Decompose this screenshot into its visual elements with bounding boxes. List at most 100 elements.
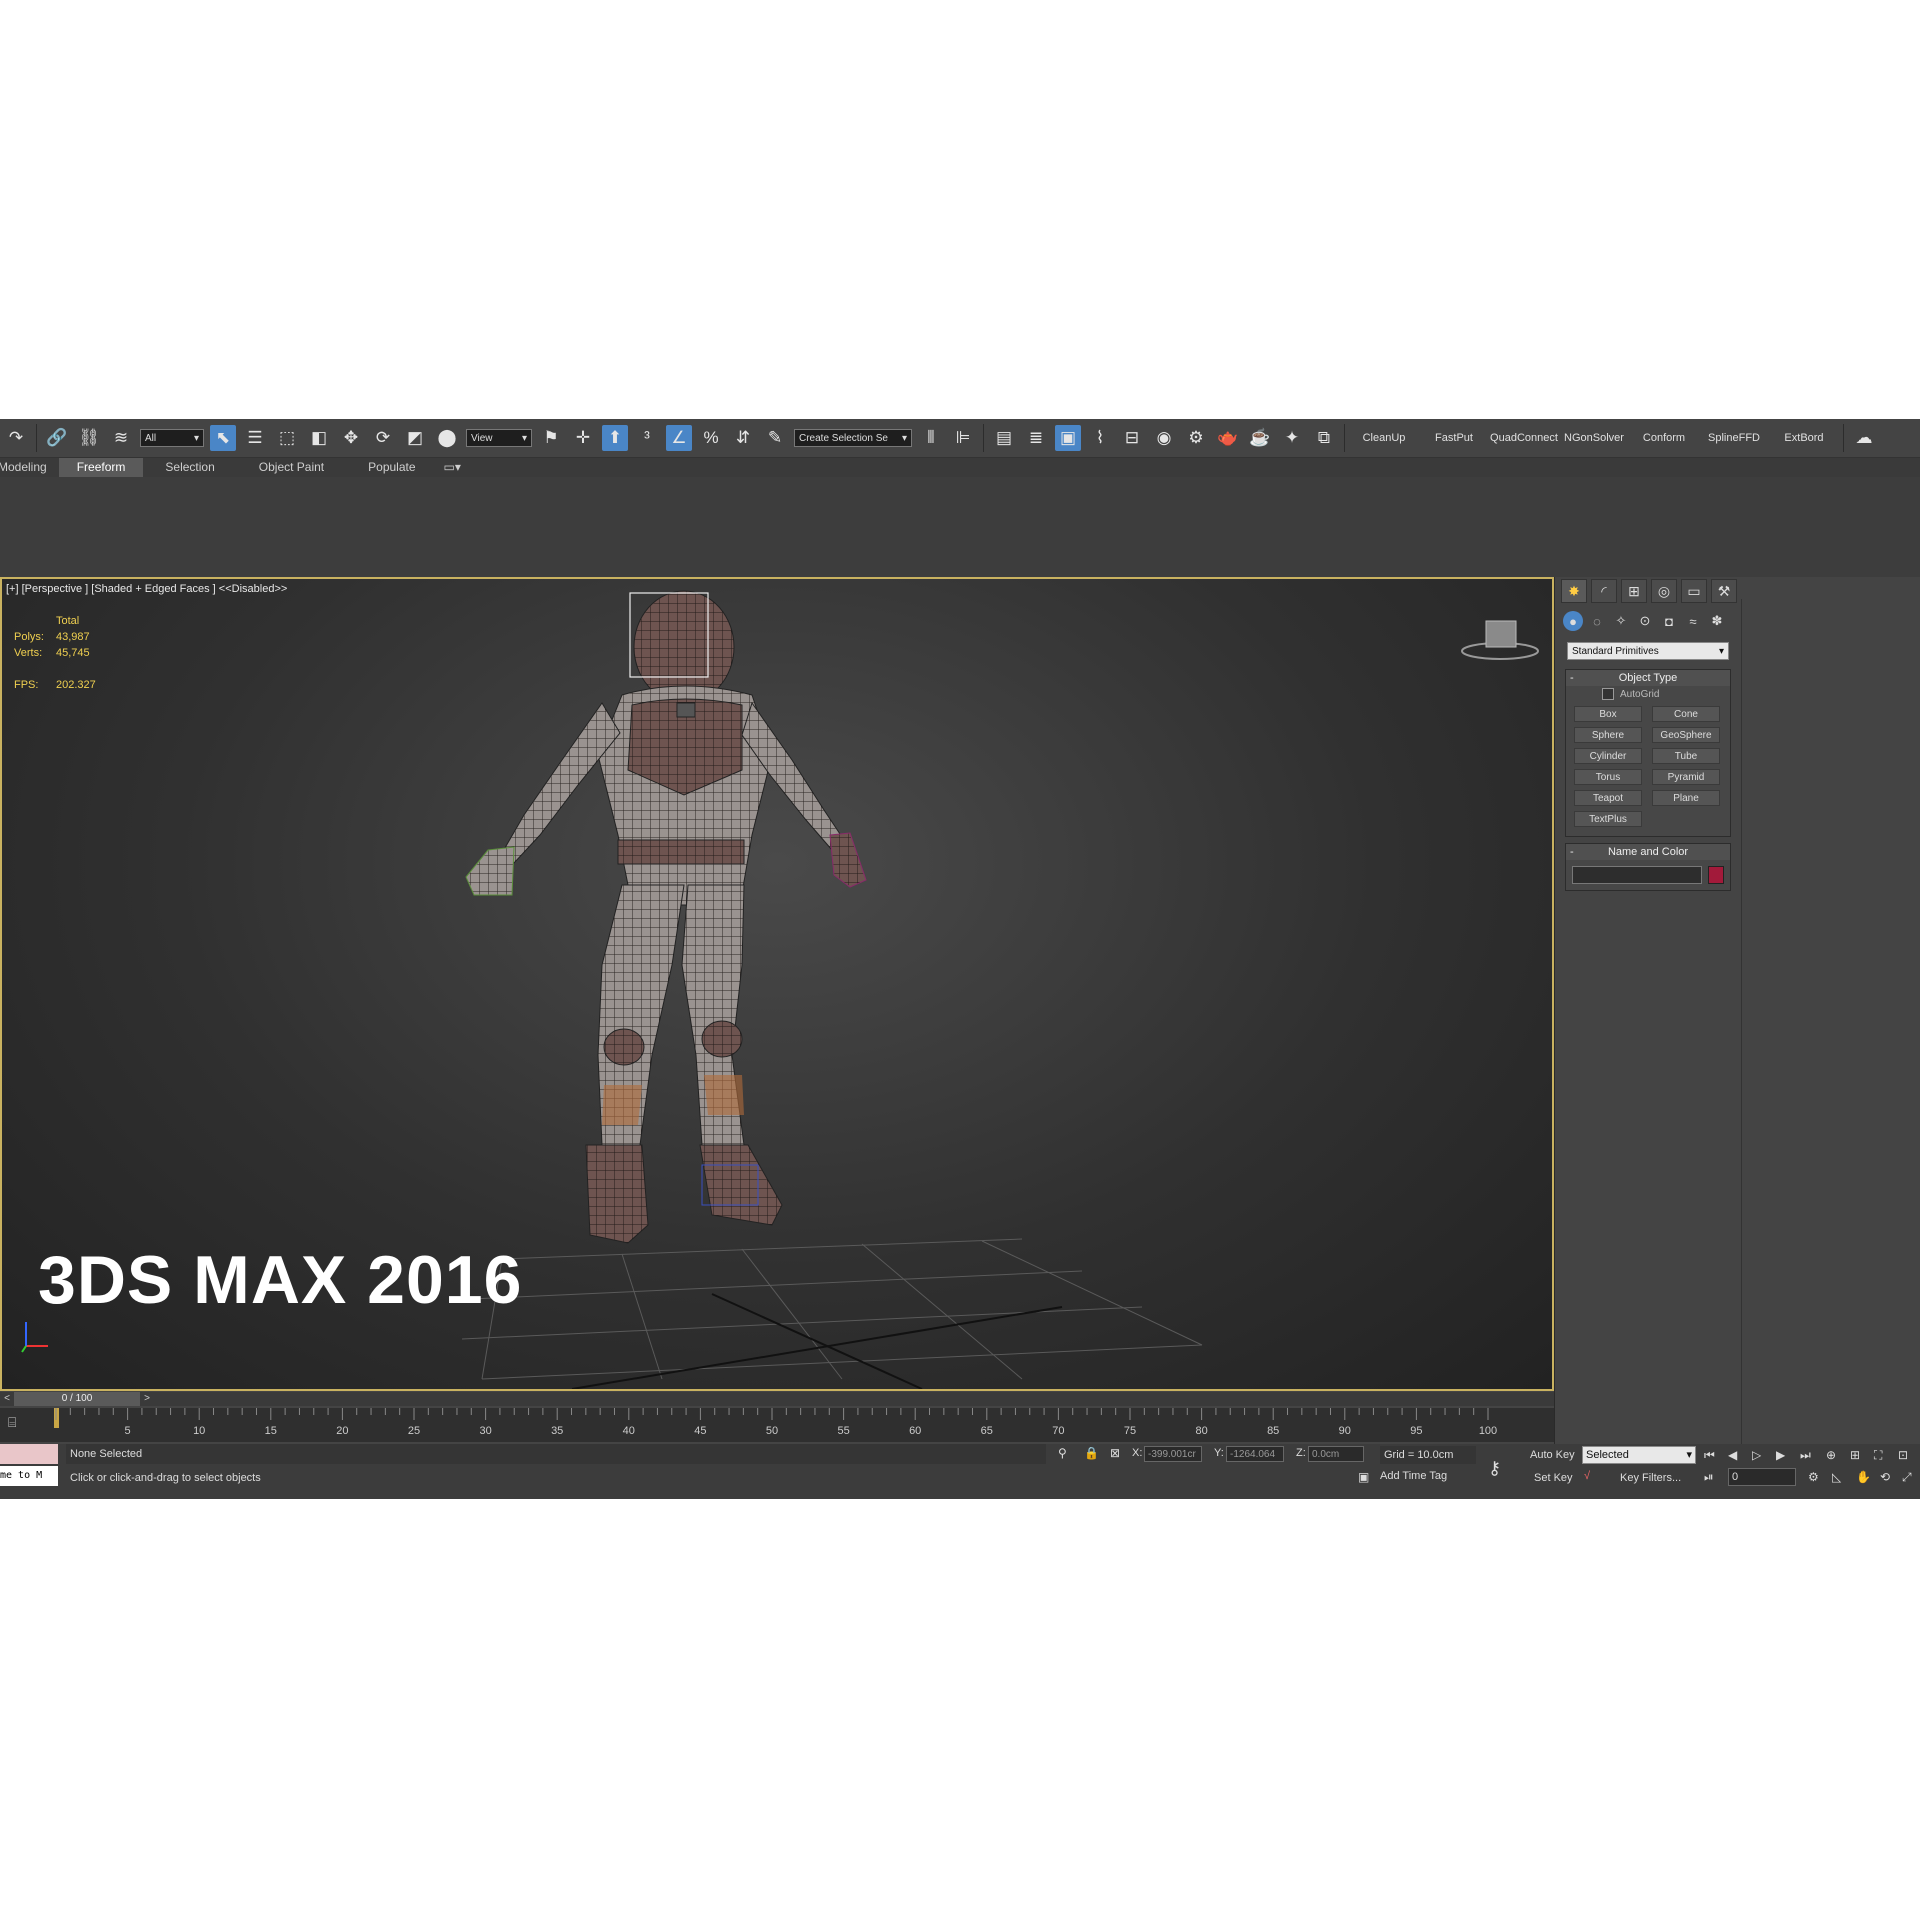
angle-snap-icon[interactable]: ∠ <box>666 425 692 451</box>
orbit-icon[interactable]: ⟲ <box>1880 1470 1890 1484</box>
spacesuit-character-model[interactable] <box>452 585 1102 1385</box>
ribbon-options-icon[interactable]: ▭▾ <box>438 458 467 477</box>
select-and-scale-icon[interactable]: ◩ <box>402 425 428 451</box>
cylinder-button[interactable]: Cylinder <box>1574 748 1642 764</box>
time-slider[interactable]: < 0 / 100 > <box>0 1392 1554 1406</box>
shapes-icon[interactable]: ◌ <box>1587 611 1607 631</box>
material-editor-icon[interactable]: ◉ <box>1151 425 1177 451</box>
next-frame-icon[interactable]: ▶ <box>1776 1448 1785 1462</box>
object-name-input[interactable] <box>1572 866 1702 884</box>
rectangular-selection-icon[interactable]: ⬚ <box>274 425 300 451</box>
redo-icon[interactable]: ↷ <box>3 425 29 451</box>
primitive-type-dropdown[interactable]: Standard Primitives ▾ <box>1567 642 1729 660</box>
key-filters-button[interactable]: Key Filters... <box>1620 1472 1681 1484</box>
systems-icon[interactable]: ✽ <box>1707 611 1727 631</box>
display-tab-icon[interactable]: ▭ <box>1681 579 1707 603</box>
play-icon[interactable]: ▷ <box>1752 1448 1761 1462</box>
conform-button[interactable]: Conform <box>1629 432 1699 444</box>
absolute-mode-icon[interactable]: ⊠ <box>1110 1446 1120 1460</box>
reference-coordinate-dropdown[interactable]: View ▾ <box>466 429 532 447</box>
field-of-view-icon[interactable]: ◺ <box>1832 1470 1841 1484</box>
hierarchy-tab-icon[interactable]: ⊞ <box>1621 579 1647 603</box>
name-and-color-header[interactable]: - Name and Color <box>1566 844 1730 860</box>
keyboard-shortcut-override-icon[interactable]: ⬆ <box>602 425 628 451</box>
add-time-tag-button[interactable]: Add Time Tag <box>1380 1470 1447 1482</box>
splineffd-button[interactable]: SplineFFD <box>1699 432 1769 444</box>
track-bar[interactable]: ⌸ 5 10 15 20 25 30 35 40 45 50 55 60 65 70 75 80 85 90 95 1… <box>0 1408 1554 1442</box>
select-and-move-icon[interactable]: ✥ <box>338 425 364 451</box>
percent-snap-icon[interactable]: % <box>698 425 724 451</box>
zoom-all-icon[interactable]: ⊞ <box>1850 1448 1860 1462</box>
edit-named-selection-icon[interactable]: ✎ <box>762 425 788 451</box>
utilities-tab-icon[interactable]: ⚒ <box>1711 579 1737 603</box>
render-iterative-icon[interactable]: ✦ <box>1279 425 1305 451</box>
teapot-button[interactable]: Teapot <box>1574 790 1642 806</box>
tab-freeform[interactable]: Freeform <box>58 458 144 477</box>
select-object-icon[interactable]: ⬉ <box>210 425 236 451</box>
x-coordinate-field[interactable]: -399.001cr <box>1144 1446 1202 1462</box>
perspective-viewport[interactable]: [+] [Perspective ] [Shaded + Edged Faces… <box>0 577 1554 1391</box>
tab-selection[interactable]: Selection <box>143 458 236 477</box>
track-ruler[interactable]: 5 10 15 20 25 30 35 40 45 50 55 60 65 70 75 80 85 90 95 100 <box>54 1408 1500 1442</box>
cameras-icon[interactable]: ⊙ <box>1635 611 1655 631</box>
curve-editor-icon[interactable]: ⌇ <box>1087 425 1113 451</box>
maximize-viewport-icon[interactable]: ⤢ <box>1902 1470 1912 1485</box>
manipulate-icon[interactable]: ✛ <box>570 425 596 451</box>
window-crossing-icon[interactable]: ◧ <box>306 425 332 451</box>
auto-key-button[interactable]: Auto Key <box>1530 1449 1575 1461</box>
textplus-button[interactable]: TextPlus <box>1574 811 1642 827</box>
object-color-swatch[interactable] <box>1708 866 1724 884</box>
schematic-view-icon[interactable]: ⊟ <box>1119 425 1145 451</box>
viewport-label-menu[interactable]: [+] [Perspective ] [Shaded + Edged Faces… <box>6 583 287 595</box>
spinner-snap-icon[interactable]: ⇵ <box>730 425 756 451</box>
quadconnect-button[interactable]: QuadConnect <box>1489 432 1559 444</box>
viewcube-icon[interactable] <box>1460 615 1540 665</box>
sphere-button[interactable]: Sphere <box>1574 727 1642 743</box>
mirror-icon[interactable]: ⫴ <box>918 425 944 451</box>
isolate-icon[interactable]: ⚲ <box>1058 1446 1067 1460</box>
select-and-place-icon[interactable]: ⬤ <box>434 425 460 451</box>
go-to-start-icon[interactable]: ⏮ <box>1704 1448 1715 1463</box>
tab-populate[interactable]: Populate <box>346 458 437 477</box>
unlink-icon[interactable]: ⛓ <box>76 425 102 451</box>
key-mode-dropdown[interactable]: Selected ▾ <box>1582 1446 1696 1464</box>
time-tag-icon[interactable]: ▣ <box>1358 1470 1369 1484</box>
zoom-icon[interactable]: ⊕ <box>1826 1448 1836 1462</box>
render-to-texture-icon[interactable]: ⧉ <box>1311 425 1337 451</box>
pan-view-icon[interactable]: ✋ <box>1856 1470 1871 1484</box>
maxscript-listener-output[interactable]: me to M <box>0 1466 58 1486</box>
object-type-header[interactable]: - Object Type <box>1566 670 1730 686</box>
lights-icon[interactable]: ✧ <box>1611 611 1631 631</box>
layer-manager-icon[interactable]: ▤ <box>991 425 1017 451</box>
toggle-ribbon-icon[interactable]: ▣ <box>1055 425 1081 451</box>
helpers-icon[interactable]: ◘ <box>1659 611 1679 631</box>
tube-button[interactable]: Tube <box>1652 748 1720 764</box>
z-coordinate-field[interactable]: 0.0cm <box>1308 1446 1364 1462</box>
set-key-mode-icon[interactable]: ⚷ <box>1488 1458 1501 1479</box>
pyramid-button[interactable]: Pyramid <box>1652 769 1720 785</box>
cleanup-button[interactable]: CleanUp <box>1349 432 1419 444</box>
time-slider-thumb[interactable]: 0 / 100 <box>14 1392 140 1406</box>
render-setup-icon[interactable]: ⚙ <box>1183 425 1209 451</box>
pivot-center-icon[interactable]: ⚑ <box>538 425 564 451</box>
set-key-button[interactable]: Set Key <box>1534 1472 1573 1484</box>
geosphere-button[interactable]: GeoSphere <box>1652 727 1720 743</box>
space-warps-icon[interactable]: ≈ <box>1683 611 1703 631</box>
select-and-rotate-icon[interactable]: ⟳ <box>370 425 396 451</box>
maxscript-listener-input[interactable] <box>0 1444 58 1464</box>
fastput-button[interactable]: FastPut <box>1419 432 1489 444</box>
tab-object-paint[interactable]: Object Paint <box>237 458 346 477</box>
select-and-link-icon[interactable]: 🔗 <box>44 425 70 451</box>
autogrid-checkbox[interactable]: AutoGrid <box>1602 688 1659 700</box>
create-tab-icon[interactable]: ✸ <box>1561 579 1587 603</box>
cone-button[interactable]: Cone <box>1652 706 1720 722</box>
zoom-extents-all-icon[interactable]: ⊡ <box>1898 1448 1908 1462</box>
go-to-end-icon[interactable]: ⏭ <box>1800 1448 1811 1463</box>
time-slider-next[interactable]: > <box>140 1392 154 1406</box>
bind-to-space-warp-icon[interactable]: ≋ <box>108 425 134 451</box>
tab-modeling[interactable]: Modeling <box>0 458 59 477</box>
rendered-frame-window-icon[interactable]: 🫖 <box>1215 425 1241 451</box>
geometry-icon[interactable]: ● <box>1563 611 1583 631</box>
lock-selection-icon[interactable]: 🔒 <box>1084 1446 1099 1460</box>
scene-explorer-icon[interactable]: ≣ <box>1023 425 1049 451</box>
